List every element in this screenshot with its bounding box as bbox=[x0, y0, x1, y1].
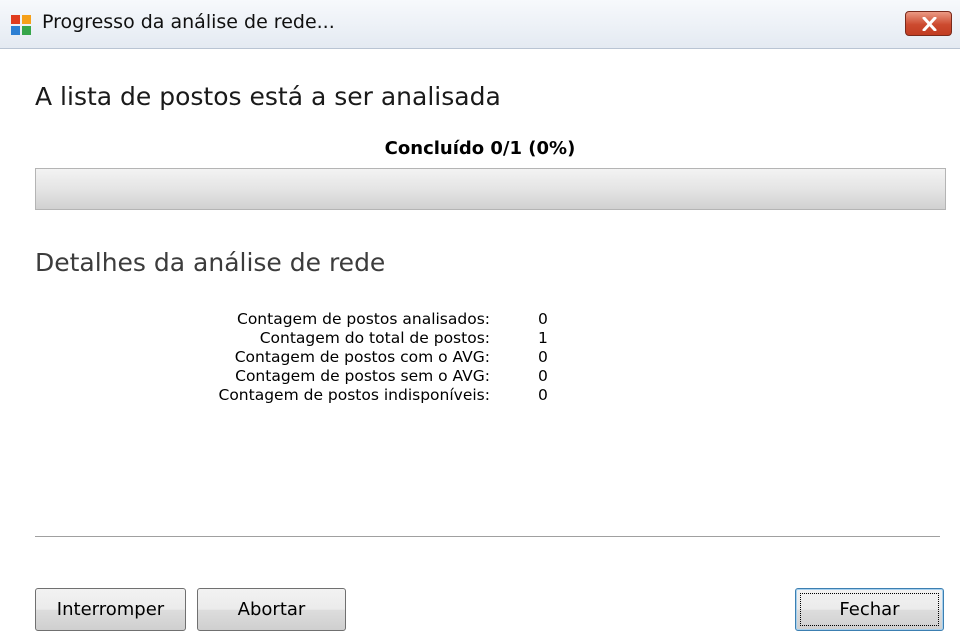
close-window-button[interactable] bbox=[905, 11, 952, 36]
scan-status-heading: A lista de postos está a ser analisada bbox=[35, 82, 501, 111]
stat-value: 1 bbox=[538, 329, 548, 347]
dialog-window: Progresso da análise de rede... A lista … bbox=[0, 0, 960, 631]
stat-row-unavailable: Contagem de postos indisponíveis: 0 bbox=[0, 386, 960, 405]
stat-value: 0 bbox=[538, 386, 548, 404]
stat-label: Contagem de postos com o AVG: bbox=[234, 348, 490, 366]
window-title: Progresso da análise de rede... bbox=[42, 11, 335, 33]
stat-label: Contagem de postos indisponíveis: bbox=[218, 386, 491, 404]
stat-row-total: Contagem do total de postos: 1 bbox=[0, 329, 960, 348]
details-list: Contagem de postos analisados: 0 Contage… bbox=[0, 310, 960, 405]
focus-rectangle bbox=[800, 593, 939, 626]
stat-value: 0 bbox=[538, 348, 548, 366]
progress-bar bbox=[35, 168, 946, 210]
stat-label: Contagem do total de postos: bbox=[259, 329, 490, 347]
dialog-content: A lista de postos está a ser analisada C… bbox=[0, 50, 960, 631]
abort-button[interactable]: Abortar bbox=[197, 588, 346, 631]
close-button[interactable]: Fechar bbox=[795, 588, 944, 631]
interrupt-button[interactable]: Interromper bbox=[35, 588, 186, 631]
close-icon bbox=[922, 17, 937, 31]
stat-label: Contagem de postos analisados: bbox=[237, 310, 490, 328]
stat-row-with-avg: Contagem de postos com o AVG: 0 bbox=[0, 348, 960, 367]
avg-logo-icon bbox=[10, 14, 32, 36]
stat-row-without-avg: Contagem de postos sem o AVG: 0 bbox=[0, 367, 960, 386]
stat-label: Contagem de postos sem o AVG: bbox=[235, 367, 490, 385]
details-heading: Detalhes da análise de rede bbox=[35, 248, 386, 277]
progress-label: Concluído 0/1 (0%) bbox=[384, 138, 576, 159]
stat-row-analyzed: Contagem de postos analisados: 0 bbox=[0, 310, 960, 329]
stat-value: 0 bbox=[538, 367, 548, 385]
stat-value: 0 bbox=[538, 310, 548, 328]
divider bbox=[35, 536, 940, 538]
title-bar[interactable]: Progresso da análise de rede... bbox=[0, 0, 960, 49]
